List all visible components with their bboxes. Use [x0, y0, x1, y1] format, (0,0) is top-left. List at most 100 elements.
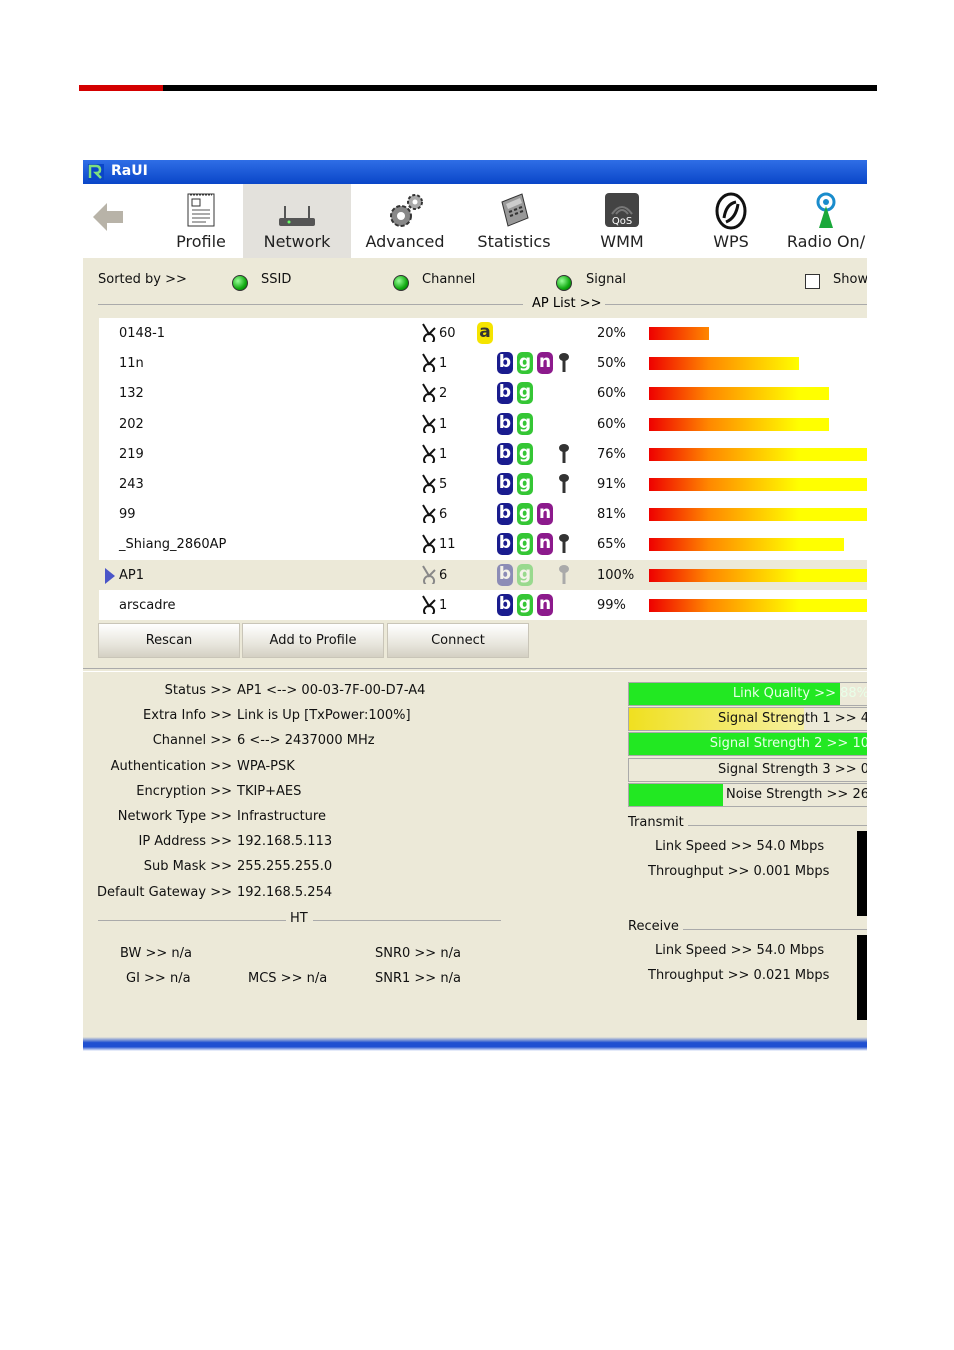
ap-list[interactable]: 0148-1 60 a 20% 11n 1 b g n 50% 132 2 b g 60% 202 1 b g 60%…	[99, 318, 867, 620]
divider	[605, 304, 867, 305]
sort-ssid-radio[interactable]	[232, 275, 248, 291]
ap-signal-percent: 91%	[597, 477, 626, 492]
ht-gi: GI >> n/a	[126, 971, 191, 986]
page-header-rule	[79, 85, 877, 91]
info-key: IP Address >>	[138, 834, 233, 850]
window-bottom-border	[83, 1037, 867, 1051]
ap-row[interactable]: AP1 6 b g 100%	[99, 559, 867, 590]
toolbar-advanced[interactable]: Advanced	[353, 184, 457, 258]
ap-signal-percent: 81%	[597, 507, 626, 523]
toolbar-profile[interactable]: Profile	[151, 184, 251, 258]
sort-channel-radio[interactable]	[393, 275, 409, 291]
channel-icon	[422, 534, 436, 554]
ap-row[interactable]: 243 5 b g 91%	[99, 469, 867, 499]
quality-bar: Signal Strength 2 >> 10	[628, 732, 867, 757]
divider	[683, 929, 867, 930]
ap-signal-bar	[649, 447, 867, 461]
sort-signal-label: Signal	[586, 272, 626, 287]
back-arrow-icon[interactable]	[91, 200, 125, 234]
ap-channel: 5	[439, 477, 448, 492]
toolbar-label: Network	[263, 232, 331, 251]
sort-signal-radio[interactable]	[556, 275, 572, 291]
receive-title: Receive	[628, 919, 679, 934]
ap-row[interactable]: 0148-1 60 a 20%	[99, 318, 867, 348]
toolbar-wps[interactable]: WPS	[681, 184, 781, 258]
quality-label: Noise Strength >> 26	[725, 786, 867, 802]
band-b-icon: b	[497, 563, 513, 586]
toolbar-network[interactable]: Network	[243, 184, 351, 258]
quality-label: Link Quality >> 88%	[732, 686, 867, 701]
header-accent	[79, 85, 163, 91]
ap-row[interactable]: arscadre 1 b g n 99%	[99, 590, 867, 620]
calculator-icon	[501, 193, 529, 227]
channel-icon	[422, 414, 436, 433]
rescan-button[interactable]: Rescan	[98, 623, 240, 658]
ap-signal-bar	[649, 478, 867, 491]
add-to-profile-button[interactable]: Add to Profile	[242, 623, 384, 658]
selected-arrow-icon	[105, 567, 115, 584]
lock-key-icon	[559, 353, 569, 373]
quality-fill	[629, 783, 723, 806]
ap-row[interactable]: 99 6 b g n 81%	[99, 499, 867, 529]
quality-bar: Noise Strength >> 26	[628, 782, 867, 807]
band-g-icon: g	[517, 382, 533, 405]
band-g-icon: g	[517, 412, 533, 435]
info-key: Authentication >>	[110, 758, 232, 774]
divider	[98, 920, 286, 921]
receive-throughput: Throughput >> 0.021 Mbps	[648, 968, 830, 983]
band-b-icon: b	[497, 382, 513, 405]
band-g-icon: g	[517, 352, 533, 375]
ap-row[interactable]: _Shiang_2860AP 11 b g n 65%	[99, 529, 867, 559]
gear-icon	[390, 194, 423, 227]
info-value: TKIP+AES	[237, 783, 302, 799]
sort-ssid-label: SSID	[261, 272, 292, 287]
info-value: AP1 <--> 00-03-7F-00-D7-A4	[237, 683, 426, 698]
ap-ssid: 243	[119, 477, 144, 492]
ap-signal-bar	[649, 327, 709, 340]
ap-signal-percent: 99%	[597, 597, 626, 613]
connect-button[interactable]: Connect	[387, 623, 529, 658]
ap-ssid: AP1	[119, 567, 145, 583]
toolbar-statistics[interactable]: Statistics	[463, 184, 565, 258]
ap-list-label: AP List >>	[532, 296, 602, 311]
ap-signal-percent: 65%	[597, 537, 626, 553]
channel-icon	[422, 474, 436, 493]
info-key: Sub Mask >>	[143, 859, 232, 875]
info-value: Infrastructure	[237, 809, 326, 824]
info-value: 6 <--> 2437000 MHz	[237, 733, 375, 749]
band-b-icon: b	[497, 412, 513, 435]
ap-signal-bar	[649, 417, 829, 431]
qos-icon: QoS	[605, 193, 639, 227]
quality-bar: Link Quality >> 88%	[628, 682, 867, 706]
ap-ssid: 99	[119, 507, 136, 523]
band-n-icon: n	[537, 533, 553, 556]
quality-label: Signal Strength 1 >> 4	[717, 711, 867, 727]
wps-icon	[715, 192, 747, 230]
lock-key-icon	[559, 564, 569, 584]
ap-signal-bar	[649, 598, 867, 612]
section-divider	[83, 668, 867, 672]
ap-ssid: 219	[119, 446, 144, 462]
ap-row[interactable]: 132 2 b g 60%	[99, 378, 867, 408]
info-key: Channel >>	[152, 733, 232, 749]
quality-bar: Signal Strength 3 >> 0	[628, 757, 867, 782]
divider	[98, 304, 523, 305]
receive-graph	[857, 935, 867, 1020]
window-title: RaUI	[111, 163, 148, 179]
toolbar-wmm[interactable]: QoS WMM	[571, 184, 673, 258]
band-g-icon: g	[517, 563, 533, 586]
toolbar-label: Advanced	[365, 232, 445, 251]
toolbar-radio[interactable]: Radio On/	[781, 184, 867, 258]
info-value: 192.168.5.254	[237, 884, 333, 900]
svg-text:QoS: QoS	[612, 216, 632, 227]
ap-row[interactable]: 219 1 b g 76%	[99, 439, 867, 469]
ap-row[interactable]: 202 1 b g 60%	[99, 409, 867, 439]
ap-channel: 60	[439, 326, 456, 341]
show-checkbox[interactable]	[805, 274, 820, 289]
band-a-icon: a	[477, 322, 493, 344]
ap-row[interactable]: 11n 1 b g n 50%	[99, 348, 867, 378]
band-g-icon: g	[517, 442, 533, 465]
show-label: Show	[833, 272, 867, 287]
band-n-icon: n	[537, 503, 553, 526]
channel-icon	[422, 383, 436, 403]
